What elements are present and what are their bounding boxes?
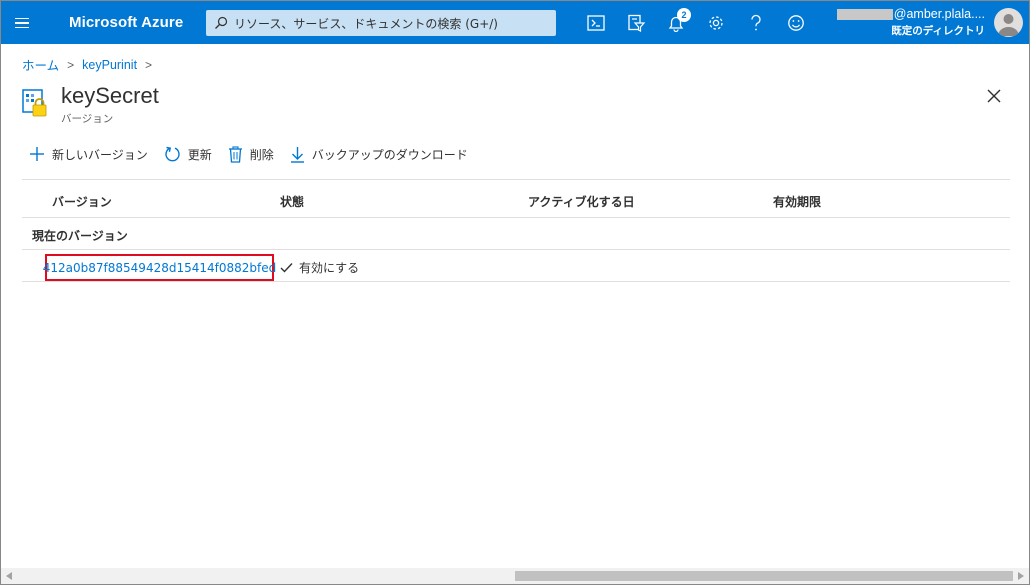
page-title: keySecret bbox=[61, 83, 159, 108]
scrollbar-thumb[interactable] bbox=[515, 571, 1013, 581]
command-bar: 新しいバージョン 更新 削除 バックアップのダウンロード bbox=[29, 144, 484, 164]
chevron-right-icon: > bbox=[145, 57, 153, 72]
column-header-version[interactable]: バージョン bbox=[52, 193, 112, 210]
download-icon bbox=[290, 146, 304, 163]
new-version-button[interactable]: 新しいバージョン bbox=[29, 146, 148, 163]
key-vault-secret-icon bbox=[22, 89, 47, 117]
column-header-status[interactable]: 状態 bbox=[280, 193, 304, 210]
account-directory: 既定のディレクトリ bbox=[891, 25, 985, 37]
chevron-right-icon: > bbox=[67, 57, 75, 72]
search-placeholder: リソース、サービス、ドキュメントの検索 (G+/) bbox=[234, 16, 498, 31]
page-subtitle: バージョン bbox=[61, 113, 114, 125]
trash-icon bbox=[228, 145, 242, 163]
brand-title[interactable]: Microsoft Azure bbox=[69, 14, 183, 31]
column-header-expiration[interactable]: 有効期限 bbox=[773, 193, 821, 210]
checkmark-icon bbox=[280, 263, 293, 273]
feedback-smiley-icon[interactable] bbox=[776, 1, 816, 44]
top-bar: Microsoft Azure リソース、サービス、ドキュメントの検索 (G+/… bbox=[1, 1, 1029, 44]
refresh-button[interactable]: 更新 bbox=[164, 146, 212, 163]
column-header-activation-date[interactable]: アクティブ化する日 bbox=[528, 193, 635, 210]
avatar[interactable] bbox=[994, 8, 1023, 37]
close-icon[interactable] bbox=[985, 87, 1003, 105]
scroll-left-arrow-icon[interactable] bbox=[6, 572, 12, 580]
delete-label: 削除 bbox=[249, 147, 274, 162]
refresh-label: 更新 bbox=[187, 147, 212, 162]
notification-badge: 2 bbox=[677, 8, 691, 22]
divider bbox=[22, 179, 1010, 180]
breadcrumb-keypurinit[interactable]: keyPurinit bbox=[82, 58, 137, 72]
download-backup-label: バックアップのダウンロード bbox=[311, 147, 468, 162]
delete-button[interactable]: 削除 bbox=[228, 145, 274, 163]
search-input[interactable]: リソース、サービス、ドキュメントの検索 (G+/) bbox=[206, 10, 556, 36]
scroll-right-arrow-icon[interactable] bbox=[1018, 572, 1024, 580]
group-current-version: 現在のバージョン bbox=[32, 229, 128, 243]
menu-icon[interactable] bbox=[15, 13, 35, 33]
notifications-icon[interactable]: 2 bbox=[656, 1, 696, 44]
refresh-icon bbox=[165, 146, 180, 161]
plus-icon bbox=[30, 147, 44, 161]
status-text: 有効にする bbox=[299, 261, 360, 275]
divider bbox=[22, 249, 1010, 250]
breadcrumb-home[interactable]: ホーム bbox=[22, 55, 59, 74]
download-backup-button[interactable]: バックアップのダウンロード bbox=[290, 146, 468, 163]
status-cell: 有効にする bbox=[280, 259, 359, 276]
divider bbox=[22, 281, 1010, 282]
divider bbox=[22, 217, 1010, 218]
redacted-username bbox=[836, 8, 893, 20]
account-menu[interactable]: @amber.plala.... 既定のディレクトリ bbox=[836, 7, 985, 38]
account-email: @amber.plala.... bbox=[893, 7, 985, 21]
horizontal-scrollbar[interactable] bbox=[1, 568, 1029, 584]
help-icon[interactable] bbox=[736, 1, 776, 44]
new-version-label: 新しいバージョン bbox=[52, 147, 148, 162]
settings-gear-icon[interactable] bbox=[696, 1, 736, 44]
breadcrumb: ホーム > keyPurinit > bbox=[22, 55, 152, 74]
directory-filter-icon[interactable] bbox=[616, 1, 656, 44]
version-id-link[interactable]: 412a0b87f88549428d15414f0882bfed bbox=[43, 254, 276, 281]
cloud-shell-icon[interactable] bbox=[576, 1, 616, 44]
search-icon bbox=[215, 16, 228, 29]
